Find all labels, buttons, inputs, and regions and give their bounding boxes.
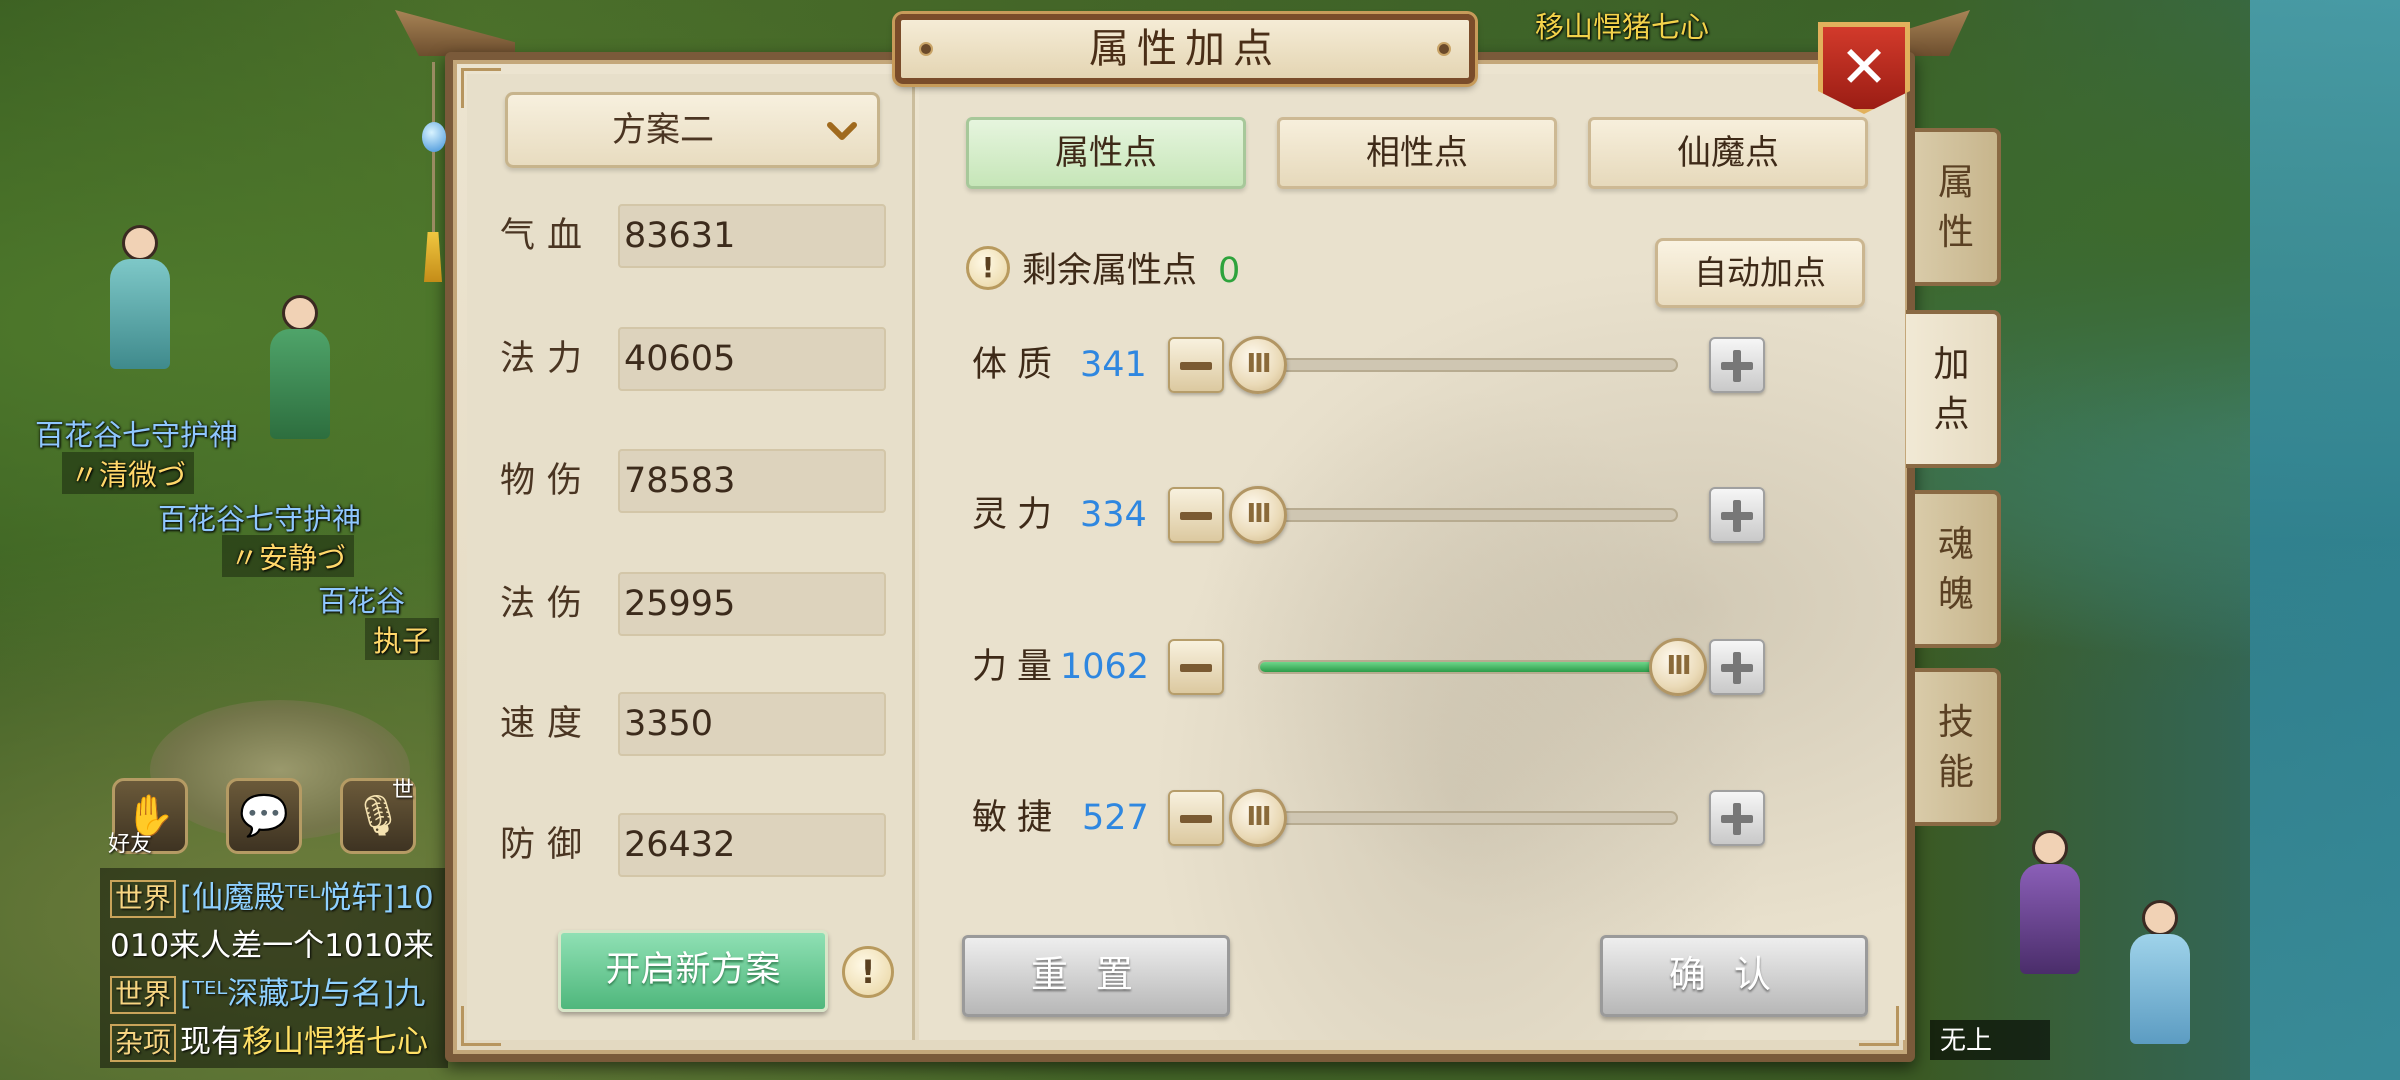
chat-channel: 世界 [110,976,177,1014]
minus-icon [1180,815,1212,823]
side-tab-add-points[interactable]: 加点 [1906,310,2001,468]
chat-line: 世界 [ᵀᴱᴸ深藏功与名]九 [110,968,425,1014]
page-title: 属性加点 [1089,26,1281,72]
decrease-agility-button[interactable] [1168,790,1224,846]
slider-track-spirit[interactable] [1258,508,1678,522]
decrease-constitution-button[interactable] [1168,337,1224,393]
player-name: 〃清微づ [62,452,195,494]
attr-label-spirit: 灵力 [972,495,1063,535]
corner-ornament [461,1006,501,1046]
slider-thumb-spirit[interactable]: III [1229,486,1287,544]
chat-bubble-icon: 💬 [239,793,289,839]
plan-dropdown-value: 方案二 [612,110,714,150]
slider-track-strength[interactable] [1258,660,1678,674]
attr-value-strength: 1062 [1060,647,1150,687]
npc-name-bottom: 无上 [1930,1020,2050,1060]
chat-box[interactable]: 世界 [仙魔殿ᵀᴱᴸ悦轩]10 010来人差一个1010来 世界 [ᵀᴱᴸ深藏功与名… [100,868,448,1068]
side-tab-soul[interactable]: 魂魄 [1915,490,2001,648]
npc-name-top: 移山悍猪七心 [1535,10,1710,44]
slider-fill-strength [1260,662,1676,672]
chat-channel: 世界 [110,880,177,918]
stat-label-defense: 防御 [500,825,595,865]
remaining-points-label: 剩余属性点 [1022,251,1198,291]
npc-character[interactable] [260,295,340,445]
stat-label-mp: 法力 [500,339,595,379]
minus-icon [1180,664,1212,672]
tab-immortal-demon-points[interactable]: 仙魔点 [1588,117,1868,189]
guild-tag: 百花谷 [318,584,406,618]
chevron-down-icon [827,122,857,140]
tab-affinity-points[interactable]: 相性点 [1277,117,1557,189]
stat-value-mp: 40605 [624,339,736,379]
auto-allocate-button[interactable]: 自动加点 [1655,238,1865,308]
roof-ornament-left [395,10,515,56]
stat-value-magic-dmg: 25995 [624,584,736,624]
guild-tag: 百花谷七守护神 [35,418,239,452]
side-tab-attributes[interactable]: 属性 [1915,128,2001,286]
stat-label-hp: 气血 [500,216,595,256]
slider-thumb-strength[interactable]: III [1649,638,1707,696]
player-name: 执子 [365,618,440,660]
info-icon[interactable]: ! [842,946,894,998]
attr-value-constitution: 341 [1080,345,1147,385]
stat-label-phys-dmg: 物伤 [500,461,595,501]
stat-label-magic-dmg: 法伤 [500,584,595,624]
chat-line: 010来人差一个1010来 [110,928,435,964]
increase-agility-button[interactable] [1709,790,1765,846]
increase-strength-button[interactable] [1709,639,1765,695]
side-tab-skills[interactable]: 技能 [1915,668,2001,826]
new-plan-button[interactable]: 开启新方案 [558,930,828,1012]
decrease-spirit-button[interactable] [1168,487,1224,543]
attr-value-spirit: 334 [1080,495,1147,535]
slider-track-constitution[interactable] [1258,358,1678,372]
world-voice-badge: 世 [392,778,415,803]
close-icon: ✕ [1839,33,1889,101]
slider-thumb-constitution[interactable]: III [1229,336,1287,394]
chat-line: 杂项 现有移山悍猪七心 [110,1016,428,1062]
corner-ornament [461,68,501,108]
attr-label-strength: 力量 [972,647,1063,687]
chat-channel: 杂项 [110,1024,177,1062]
points-column [919,74,1905,1040]
npc-character[interactable] [2010,830,2090,980]
player-name: 〃安静づ [222,535,355,577]
remaining-points-value: 0 [1218,251,1241,291]
slider-thumb-agility[interactable]: III [1229,789,1287,847]
stat-value-phys-dmg: 78583 [624,461,736,501]
title-banner: 属性加点 [895,14,1475,84]
stat-label-speed: 速度 [500,704,595,744]
increase-constitution-button[interactable] [1709,337,1765,393]
attr-label-constitution: 体质 [972,345,1063,385]
stat-value-speed: 3350 [624,704,714,744]
npc-character[interactable] [2120,900,2200,1050]
river [2250,0,2400,1080]
guild-tag: 百花谷七守护神 [158,502,362,536]
plan-dropdown[interactable]: 方案二 [505,92,880,168]
reset-button[interactable]: 重置 [962,935,1230,1017]
info-icon[interactable]: ! [966,246,1010,290]
slider-track-agility[interactable] [1258,811,1678,825]
tassel-ornament [420,62,446,282]
tab-attribute-points[interactable]: 属性点 [966,117,1246,189]
npc-character[interactable] [100,225,180,375]
minus-icon [1180,512,1212,520]
attr-value-agility: 527 [1082,798,1149,838]
attr-label-agility: 敏捷 [972,798,1063,838]
stat-value-defense: 26432 [624,825,736,865]
friends-label: 好友 [108,832,153,857]
chat-line: 世界 [仙魔殿ᵀᴱᴸ悦轩]10 [110,872,434,918]
chat-button[interactable]: 💬 [226,778,302,854]
minus-icon [1180,362,1212,370]
increase-spirit-button[interactable] [1709,487,1765,543]
decrease-strength-button[interactable] [1168,639,1224,695]
confirm-button[interactable]: 确认 [1600,935,1868,1017]
stat-value-hp: 83631 [624,216,736,256]
